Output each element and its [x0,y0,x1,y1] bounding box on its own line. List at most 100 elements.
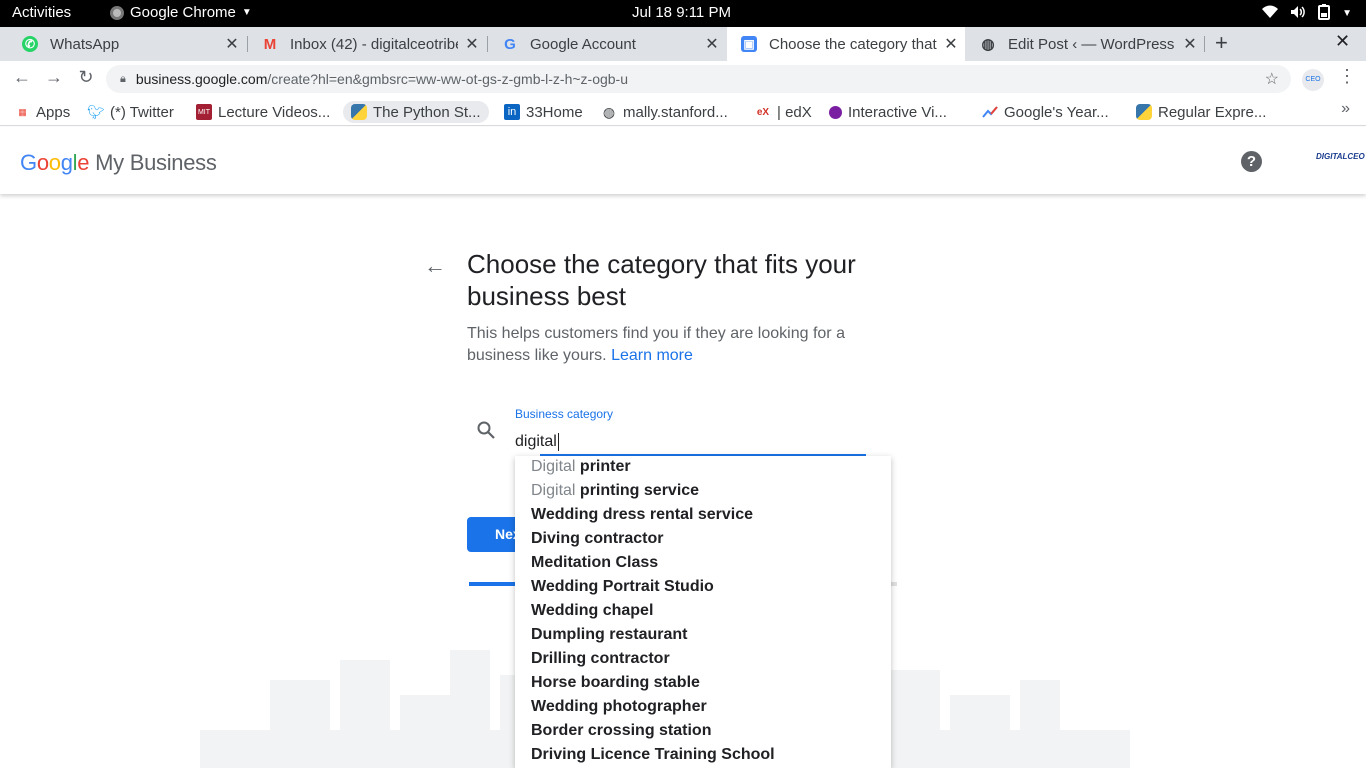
suggestion-item[interactable]: Wedding dress rental service [515,504,891,528]
search-icon [476,420,496,445]
suggestion-item[interactable]: Diving contractor [515,528,891,552]
back-icon[interactable]: ← [10,67,34,91]
help-icon[interactable]: ? [1241,151,1262,172]
chrome-menu-icon[interactable]: ⋮ [1338,66,1356,87]
tab-title: Choose the category that f [769,35,937,53]
close-icon[interactable]: ✕ [1176,34,1204,54]
bookmark-edx[interactable]: eX | edX [755,101,812,123]
suggestion-item[interactable]: Meditation Class [515,552,891,576]
system-tray[interactable]: ▼ [1262,4,1352,23]
linkedin-icon: in [504,104,520,120]
chrome-icon [110,5,124,20]
bookmark-regex[interactable]: Regular Expre... [1136,101,1266,123]
bookmark-label: Lecture Videos... [218,103,331,121]
suggestion-item[interactable]: Digital printer [515,456,891,480]
bookmark-label: Apps [36,103,71,121]
caret-down-icon: ▼ [1342,8,1352,19]
suggestion-text: printer [575,458,631,475]
tab-gmail[interactable]: M Inbox (42) - digitalceotribe ✕ [248,27,486,61]
suggestion-text: Border crossing station [531,722,712,739]
toolbar: ← → ↻ 🔒︎ business.google.com/create?hl=e… [0,61,1366,97]
lock-icon: 🔒︎ [120,72,126,85]
suggestion-item[interactable]: Dumpling restaurant [515,624,891,648]
bookmark-label: Google's Year... [1004,103,1109,121]
app-menu[interactable]: Google Chrome ▼ [110,4,252,21]
account-avatar[interactable]: DIGITALCEO [1316,152,1365,170]
suggestion-item[interactable]: Wedding photographer [515,696,891,720]
suggestion-text: Wedding dress rental service [531,506,754,523]
bookmark-interactive[interactable]: Interactive Vi... [829,101,947,123]
text-caret [558,433,559,451]
suggestion-text: Diving contractor [531,530,664,547]
battery-icon [1318,4,1331,23]
tab-whatsapp[interactable]: ✆ WhatsApp ✕ [8,27,246,61]
suggestion-text: Meditation Class [531,554,659,571]
bookmarks-bar: ▦ Apps 🐦︎ (*) Twitter MIT Lecture Videos… [0,97,1366,126]
bookmark-stanford[interactable]: ◍ mally.stanford... [601,101,728,123]
google-my-business-logo[interactable]: Google My Business [20,150,217,176]
reload-icon[interactable]: ↻ [74,67,98,91]
suggestion-match-text: Digital [531,482,576,499]
gmb-icon: ▣ [741,36,757,52]
gmb-header: Google My Business ? DIGITALCEO [0,127,1366,194]
close-icon[interactable]: ✕ [458,34,486,54]
bookmark-label: | edX [777,103,812,121]
close-icon[interactable]: ✕ [937,34,965,54]
bookmark-lecture-videos[interactable]: MIT Lecture Videos... [196,101,330,123]
tab-wordpress[interactable]: ◍ Edit Post ‹ — WordPress ✕ [966,27,1204,61]
google-icon: G [504,35,516,53]
more-bookmarks-icon[interactable]: » [1341,100,1350,118]
bookmark-label: Regular Expre... [1158,103,1267,121]
learn-more-link[interactable]: Learn more [611,347,693,364]
back-arrow-icon[interactable]: ← [424,253,446,279]
twitter-icon: 🐦︎ [87,103,105,120]
system-top-bar: Activities Google Chrome ▼ Jul 18 9:11 P… [0,0,1366,27]
page-description: This helps customers find you if they ar… [467,323,867,367]
suggestion-item[interactable]: Drilling contractor [515,648,891,672]
globe-icon: ◍ [602,103,616,120]
suggestion-item[interactable]: Wedding Portrait Studio [515,576,891,600]
close-icon[interactable]: ✕ [698,34,726,54]
clock[interactable]: Jul 18 9:11 PM [632,4,731,21]
bookmark-label: (*) Twitter [110,103,174,121]
bookmark-33home[interactable]: in 33Home [504,101,583,123]
url-path: /create?hl=en&gmbsrc=ww-ww-ot-gs-z-gmb-l… [267,71,629,87]
extension-avatar-icon[interactable]: CEO [1302,69,1324,91]
close-icon[interactable]: ✕ [218,34,246,54]
suggestion-item[interactable]: Border crossing station [515,720,891,744]
suggestion-item[interactable]: Digital printing service [515,480,891,504]
bookmark-star-icon[interactable]: ☆ [1265,69,1279,89]
bookmark-label: mally.stanford... [623,103,728,121]
window-close-icon[interactable]: ✕ [1335,31,1350,52]
business-category-label: Business category [515,407,614,421]
wifi-icon [1262,5,1279,22]
whatsapp-icon: ✆ [22,36,38,52]
forward-icon[interactable]: → [42,67,66,91]
suggestion-text: Wedding photographer [531,698,707,715]
tab-choose-category[interactable]: ▣ Choose the category that f ✕ [727,27,965,61]
suggestion-text: Wedding Portrait Studio [531,578,714,595]
activities-button[interactable]: Activities [12,4,71,21]
tab-google-account[interactable]: G Google Account ✕ [488,27,726,61]
tab-title: Google Account [530,35,636,53]
suggestion-text: Dumpling restaurant [531,626,688,643]
bookmark-label: Interactive Vi... [848,103,947,121]
bookmark-twitter[interactable]: 🐦︎ (*) Twitter [87,101,174,123]
suggestion-item[interactable]: Horse boarding stable [515,672,891,696]
python-icon [1136,104,1152,120]
suggestion-item[interactable]: Driving Licence Training School [515,744,891,768]
bookmark-google-year[interactable]: Google's Year... [982,101,1109,123]
globe-icon: ◍ [981,36,995,53]
progress-fill [469,582,517,586]
purple-circle-icon [829,105,842,119]
bookmark-python[interactable]: The Python St... [343,101,489,123]
suggestion-text: Drilling contractor [531,650,670,667]
suggestion-item[interactable]: Wedding chapel [515,600,891,624]
url-host: business.google.com [135,71,268,87]
address-bar[interactable]: 🔒︎ business.google.com/create?hl=en&gmbs… [106,65,1291,93]
suggestion-text: Wedding chapel [531,602,654,619]
bookmark-apps[interactable]: ▦ Apps [14,101,70,123]
new-tab-button[interactable]: + [1215,30,1228,56]
gmail-icon: M [263,35,277,53]
business-category-input[interactable] [515,431,865,453]
